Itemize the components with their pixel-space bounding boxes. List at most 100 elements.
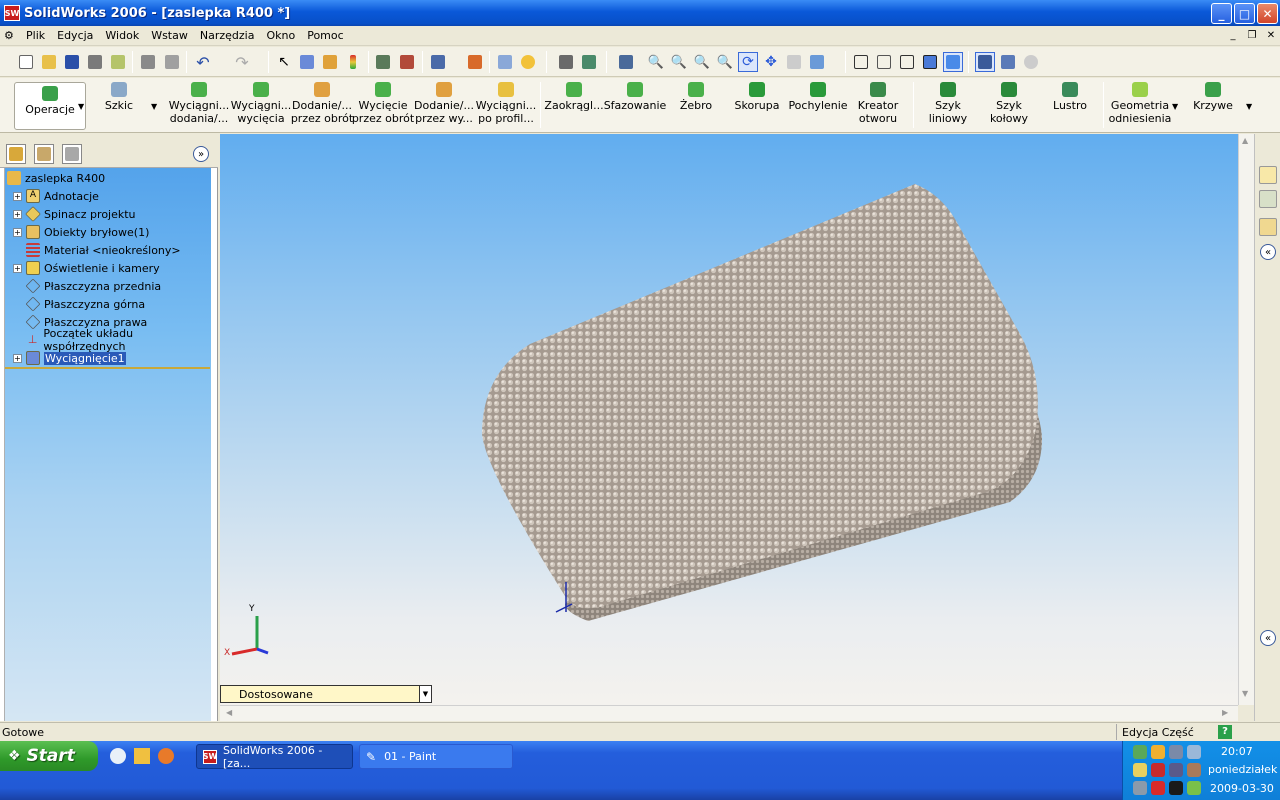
print-icon[interactable] xyxy=(138,52,158,72)
menu-okno[interactable]: Okno xyxy=(260,29,301,42)
reference-geometry-dropdown-icon[interactable]: ▼ xyxy=(1172,102,1178,111)
make-assembly-icon[interactable] xyxy=(108,52,128,72)
sketch-tools-icon[interactable] xyxy=(579,52,599,72)
rib-button[interactable]: Żebro xyxy=(670,82,722,130)
scroll-tools-icon[interactable] xyxy=(556,52,576,72)
configuration-combo[interactable]: Dostosowane ▼ xyxy=(220,685,432,703)
tree-item-material[interactable]: Materiał <nieokreślony> xyxy=(26,241,181,259)
app-menu-icon[interactable]: ⚙ xyxy=(0,29,20,42)
tray-shield-icon[interactable] xyxy=(1151,763,1165,777)
tray-network-icon[interactable] xyxy=(1133,745,1147,759)
circular-pattern-button[interactable]: Szyk kołowy xyxy=(987,82,1031,130)
standard-views-icon[interactable] xyxy=(807,52,827,72)
expand-panel-icon[interactable]: » xyxy=(193,146,209,162)
zoom-area-icon[interactable]: 🔍 xyxy=(669,52,689,72)
make-drawing-icon[interactable] xyxy=(85,52,105,72)
operacje-dropdown-icon[interactable]: ▼ xyxy=(78,102,84,111)
rotate-view-icon[interactable]: ⟳ xyxy=(738,52,758,72)
tree-item-top-plane[interactable]: Płaszczyzna górna xyxy=(25,295,145,313)
tree-item-spinacz[interactable]: + Spinacz projektu xyxy=(13,205,136,223)
szkic-tab[interactable]: Szkic xyxy=(96,82,142,130)
scroll-down-icon[interactable]: ▼ xyxy=(1242,689,1248,698)
linear-pattern-button[interactable]: Szyk liniowy xyxy=(926,82,970,130)
tray-nvidia-icon[interactable] xyxy=(1187,781,1201,795)
maximize-button[interactable]: □ xyxy=(1234,3,1255,24)
shadows-icon[interactable] xyxy=(975,52,995,72)
minimize-button[interactable]: _ xyxy=(1211,3,1232,24)
home-icon[interactable] xyxy=(1259,166,1277,184)
tray-monitor-icon[interactable] xyxy=(1169,745,1183,759)
tray-folder-icon[interactable] xyxy=(1133,763,1147,777)
propertymanager-tab-icon[interactable] xyxy=(34,144,54,164)
expand-icon[interactable]: + xyxy=(13,209,22,219)
featuremanager-tab-icon[interactable] xyxy=(6,144,26,164)
hole-wizard-button[interactable]: Kreator otworu xyxy=(854,82,902,130)
tree-item-origin[interactable]: ⊥ Początek układu współrzędnych xyxy=(26,327,211,353)
rollback-bar[interactable] xyxy=(5,367,210,369)
revolved-cut-button[interactable]: Wycięcie przez obrót xyxy=(352,82,414,130)
zoom-in-out-icon[interactable]: 🔍 xyxy=(692,52,712,72)
tray-device-icon[interactable] xyxy=(1187,745,1201,759)
properties-icon[interactable] xyxy=(495,52,515,72)
lofted-boss-button[interactable]: Wyciągni... po profil... xyxy=(475,82,537,130)
status-help-icon[interactable]: ? xyxy=(1218,725,1232,739)
firefox-quicklaunch-icon[interactable] xyxy=(158,748,174,764)
extruded-boss-button[interactable]: Wyciągni... dodania/... xyxy=(166,82,232,130)
menu-narzedzia[interactable]: Narzędzia xyxy=(194,29,261,42)
section-view-icon[interactable] xyxy=(998,52,1018,72)
library-icon[interactable] xyxy=(1259,190,1277,208)
undo-icon[interactable]: ↶ xyxy=(193,52,213,72)
menu-widok[interactable]: Widok xyxy=(99,29,145,42)
szkic-dropdown-icon[interactable]: ▼ xyxy=(151,102,157,111)
fillet-button[interactable]: Zaokrągl... xyxy=(544,82,604,130)
options-icon[interactable] xyxy=(428,52,448,72)
tree-item-obiekty[interactable]: + Obiekty bryłowe(1) xyxy=(13,223,149,241)
hidden-lines-visible-icon[interactable] xyxy=(874,52,894,72)
revolved-boss-button[interactable]: Dodanie/... przez obrót xyxy=(291,82,353,130)
pointer-tool-icon[interactable] xyxy=(616,52,636,72)
horizontal-scrollbar[interactable]: ◀ ▶ xyxy=(220,705,1238,721)
curves-button[interactable]: Krzywe xyxy=(1190,82,1236,130)
tree-item-adnotacje[interactable]: + A Adnotacje xyxy=(13,187,99,205)
expand-icon[interactable]: + xyxy=(13,263,22,273)
zoom-fit-icon[interactable]: 🔍 xyxy=(646,52,666,72)
new-file-icon[interactable] xyxy=(16,52,36,72)
help-icon[interactable] xyxy=(518,52,538,72)
traffic-light-icon[interactable] xyxy=(343,52,363,72)
quicklaunch-icon[interactable] xyxy=(134,748,150,764)
configurationmanager-tab-icon[interactable] xyxy=(62,144,82,164)
taskbar-solidworks-button[interactable]: SW SolidWorks 2006 - [za... xyxy=(196,744,353,770)
save-icon[interactable] xyxy=(62,52,82,72)
select-filter-icon[interactable] xyxy=(297,52,317,72)
vertical-scrollbar[interactable]: ▲ ▼ xyxy=(1238,134,1254,705)
taskbar-paint-button[interactable]: ✎ 01 - Paint xyxy=(359,744,513,769)
zoom-selection-icon[interactable]: 🔍 xyxy=(715,52,735,72)
expand-icon[interactable]: + xyxy=(13,191,22,201)
expand-icon[interactable]: + xyxy=(13,227,22,237)
redo-icon[interactable]: ↷ xyxy=(232,52,252,72)
hidden-lines-removed-icon[interactable] xyxy=(897,52,917,72)
toolbox-icon[interactable] xyxy=(465,52,485,72)
tray-settings-icon[interactable] xyxy=(1187,763,1201,777)
ie-quicklaunch-icon[interactable] xyxy=(110,748,126,764)
doc-restore-button[interactable]: ❐ xyxy=(1244,28,1260,43)
clock-time[interactable]: 20:07 xyxy=(1221,745,1253,758)
chamfer-button[interactable]: Sfazowanie xyxy=(604,82,666,130)
close-button[interactable]: ✕ xyxy=(1257,3,1278,24)
mirror-button[interactable]: Lustro xyxy=(1048,82,1092,130)
rebuild-icon[interactable] xyxy=(320,52,340,72)
collapse-task-pane-icon[interactable]: « xyxy=(1260,244,1276,260)
tree-item-oswietlenie[interactable]: + Oświetlenie i kamery xyxy=(13,259,160,277)
scroll-up-icon[interactable]: ▲ xyxy=(1242,136,1248,145)
grid-icon[interactable] xyxy=(373,52,393,72)
shaded-icon[interactable] xyxy=(943,52,963,72)
tray-sun-icon[interactable] xyxy=(1151,745,1165,759)
tray-app-icon[interactable] xyxy=(1169,781,1183,795)
shaded-edges-icon[interactable] xyxy=(920,52,940,72)
tree-item-extrude1[interactable]: + Wyciągnięcie1 xyxy=(13,349,126,367)
swept-boss-button[interactable]: Dodanie/... przez wy... xyxy=(413,82,475,130)
scroll-left-icon[interactable]: ◀ xyxy=(226,708,232,717)
tray-computer-icon[interactable] xyxy=(1169,763,1183,777)
reference-geometry-button[interactable]: Geometria odniesienia xyxy=(1109,82,1171,130)
draft-button[interactable]: Pochylenie xyxy=(788,82,848,130)
